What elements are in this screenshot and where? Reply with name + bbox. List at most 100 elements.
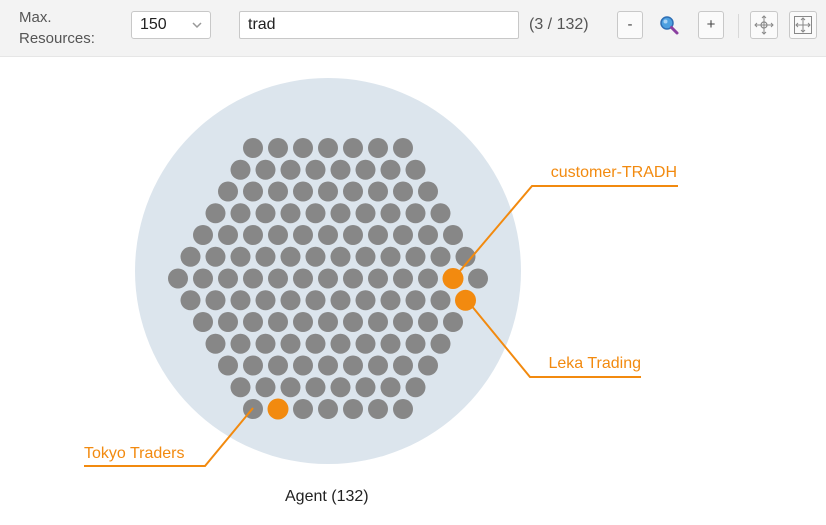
resource-node[interactable] <box>255 290 276 311</box>
resource-node[interactable] <box>193 225 213 245</box>
resource-node[interactable] <box>255 159 276 180</box>
resource-node[interactable] <box>268 138 288 158</box>
resource-node[interactable] <box>255 377 276 398</box>
resource-node[interactable] <box>393 355 413 376</box>
resource-node[interactable] <box>230 246 251 267</box>
resource-node[interactable] <box>468 268 488 289</box>
resource-node[interactable] <box>193 268 213 289</box>
resource-node[interactable] <box>430 290 451 311</box>
resource-node[interactable] <box>393 312 413 332</box>
resource-node[interactable] <box>368 355 388 376</box>
resource-node[interactable] <box>230 333 251 354</box>
search-input[interactable] <box>239 11 519 39</box>
resource-node[interactable] <box>355 377 376 398</box>
resource-node[interactable] <box>405 377 426 398</box>
resource-node[interactable] <box>343 355 363 376</box>
resource-node[interactable] <box>230 159 251 180</box>
resource-node[interactable] <box>293 225 313 245</box>
resource-node[interactable] <box>305 290 326 311</box>
resource-node[interactable] <box>280 159 301 180</box>
resource-node[interactable] <box>268 312 288 332</box>
resource-node[interactable] <box>318 268 338 289</box>
resource-node[interactable] <box>330 333 351 354</box>
resource-node[interactable] <box>243 138 263 158</box>
resource-node[interactable] <box>255 246 276 267</box>
resource-node[interactable] <box>230 290 251 311</box>
highlighted-resource-node[interactable] <box>267 398 289 420</box>
resource-node[interactable] <box>343 181 363 202</box>
resource-node[interactable] <box>380 333 401 354</box>
resource-node[interactable] <box>268 181 288 202</box>
resource-node[interactable] <box>405 290 426 311</box>
resource-node[interactable] <box>418 181 438 202</box>
resource-node[interactable] <box>293 399 313 419</box>
resource-node[interactable] <box>343 399 363 419</box>
resource-node[interactable] <box>268 268 288 289</box>
resource-node[interactable] <box>280 377 301 398</box>
resource-node[interactable] <box>343 312 363 332</box>
resource-node[interactable] <box>280 203 301 224</box>
resource-node[interactable] <box>443 225 463 245</box>
resource-node[interactable] <box>405 203 426 224</box>
resource-node[interactable] <box>443 312 463 332</box>
resource-node[interactable] <box>380 159 401 180</box>
zoom-in-button[interactable]: + <box>698 11 724 39</box>
resource-node[interactable] <box>318 355 338 376</box>
resource-node[interactable] <box>305 203 326 224</box>
resource-node[interactable] <box>293 181 313 202</box>
resource-node[interactable] <box>218 225 238 245</box>
resource-node[interactable] <box>305 159 326 180</box>
resource-node[interactable] <box>393 225 413 245</box>
resource-node[interactable] <box>380 290 401 311</box>
resource-node[interactable] <box>355 333 376 354</box>
resource-node[interactable] <box>243 312 263 332</box>
resource-node[interactable] <box>280 246 301 267</box>
resource-node[interactable] <box>418 312 438 332</box>
resource-node[interactable] <box>318 399 338 419</box>
resource-node[interactable] <box>293 355 313 376</box>
resource-node[interactable] <box>293 268 313 289</box>
resource-node[interactable] <box>305 377 326 398</box>
resource-node[interactable] <box>280 290 301 311</box>
resource-node[interactable] <box>355 290 376 311</box>
resource-node[interactable] <box>368 181 388 202</box>
fit-to-screen-button[interactable] <box>789 11 817 39</box>
resource-node[interactable] <box>430 203 451 224</box>
max-resources-select[interactable]: 150 <box>131 11 211 39</box>
resource-node[interactable] <box>343 268 363 289</box>
resource-node[interactable] <box>318 138 338 158</box>
resource-node[interactable] <box>218 355 238 376</box>
resource-node[interactable] <box>343 138 363 158</box>
resource-node[interactable] <box>243 225 263 245</box>
resource-node[interactable] <box>218 312 238 332</box>
center-button[interactable] <box>750 11 778 39</box>
resource-node[interactable] <box>268 355 288 376</box>
resource-node[interactable] <box>193 312 213 332</box>
resource-node[interactable] <box>180 290 201 311</box>
resource-node[interactable] <box>380 377 401 398</box>
resource-node[interactable] <box>405 333 426 354</box>
resource-node[interactable] <box>368 268 388 289</box>
resource-node[interactable] <box>205 203 226 224</box>
resource-node[interactable] <box>430 333 451 354</box>
resource-node[interactable] <box>355 246 376 267</box>
resource-node[interactable] <box>405 246 426 267</box>
resource-node[interactable] <box>393 138 413 158</box>
magnifier-icon[interactable] <box>658 14 680 36</box>
resource-node[interactable] <box>243 268 263 289</box>
resource-node[interactable] <box>380 203 401 224</box>
resource-node[interactable] <box>168 268 188 289</box>
resource-node[interactable] <box>430 246 451 267</box>
resource-node[interactable] <box>368 225 388 245</box>
resource-node[interactable] <box>330 203 351 224</box>
resource-node[interactable] <box>305 246 326 267</box>
resource-node[interactable] <box>318 181 338 202</box>
resource-node[interactable] <box>393 268 413 289</box>
resource-node[interactable] <box>368 138 388 158</box>
resource-node[interactable] <box>243 181 263 202</box>
resource-node[interactable] <box>230 377 251 398</box>
resource-node[interactable] <box>218 268 238 289</box>
resource-node[interactable] <box>330 290 351 311</box>
resource-node[interactable] <box>230 203 251 224</box>
resource-node[interactable] <box>330 246 351 267</box>
